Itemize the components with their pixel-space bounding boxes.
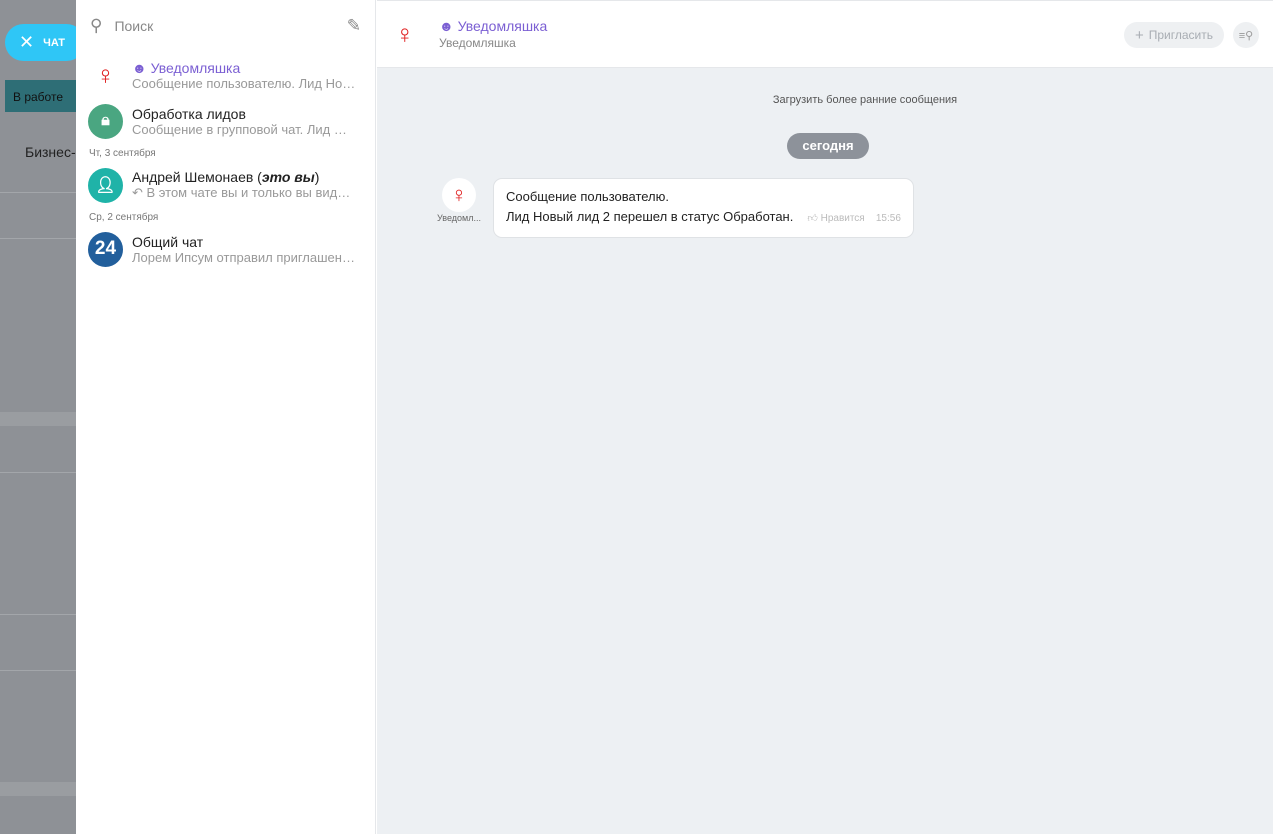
chat-list-sidebar: ⚲ Поиск ✎ ♀ ☻ Уведомляшка Сообщение польз… (76, 0, 376, 834)
load-earlier-link[interactable]: Загрузить более ранние сообщения (377, 94, 1273, 106)
close-icon: ✕ (19, 32, 35, 52)
lock-icon: 🔒︎ (88, 103, 123, 139)
chat-item-self[interactable]: 👤︎ Андрей Шемонаев (это вы) ↶ В этом чате… (76, 162, 375, 208)
new-chat-icon[interactable]: ✎ (347, 16, 361, 36)
bot-avatar: ♀ (395, 18, 415, 49)
date-divider: сегодня (787, 133, 869, 159)
search-icon: ⚲ (90, 16, 103, 35)
reply-icon: ↶ (132, 185, 147, 200)
invite-button[interactable]: + Пригласить (1123, 22, 1224, 48)
chat-item-uvedomlyashka[interactable]: ♀ ☻ Уведомляшка Сообщение пользователю. Л… (76, 52, 375, 98)
bot-icon: ☻ (132, 59, 151, 76)
search-input[interactable]: Поиск (114, 18, 153, 34)
bot-avatar: ♀ (95, 59, 116, 90)
message-bubble: Сообщение пользователю. Лид Новый лид 2 … (493, 178, 914, 238)
search-bar[interactable]: ⚲ Поиск ✎ (76, 0, 375, 52)
chat-item-general[interactable]: 24 Общий чат Лорем Ипсум отправил приглаш… (76, 226, 375, 272)
chat-item-lead-processing[interactable]: 🔒︎ Обработка лидов Сообщение в групповой … (76, 98, 375, 144)
general-chat-avatar: 24 (88, 231, 123, 267)
like-button[interactable]: 👍︎ Нравится (807, 213, 864, 224)
user-icon: 👤︎ (88, 167, 123, 203)
bot-avatar[interactable]: ♀ (442, 178, 476, 212)
message-time: 15:56 (875, 213, 901, 224)
business-label: Бизнес- (25, 144, 76, 160)
status-stage[interactable]: В работе (5, 80, 80, 112)
background-page (0, 0, 76, 834)
chat-panel: ♀ ☻ Уведомляшка Уведомляшка + Пригласить ≡… (377, 0, 1273, 834)
message: ♀ Уведомл... Сообщение пользователю. Лид … (437, 178, 914, 238)
bot-icon: ☻ (439, 18, 458, 34)
search-messages-icon[interactable]: ≡⚲ (1233, 22, 1259, 48)
plus-icon: + (1134, 26, 1144, 44)
date-separator: Чт, 3 сентября (89, 148, 156, 159)
close-chat-button[interactable]: ✕ ЧАТ (5, 24, 85, 61)
date-separator: Ср, 2 сентября (89, 212, 159, 223)
